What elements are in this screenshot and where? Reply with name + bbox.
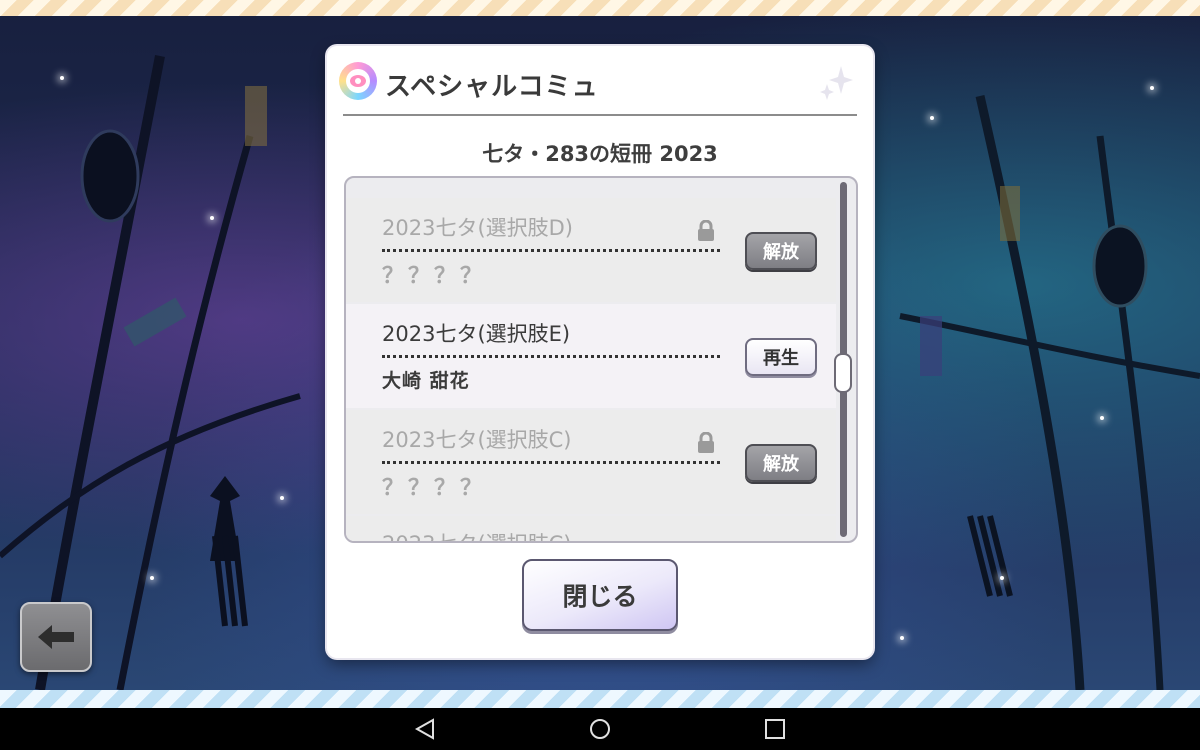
list-item: 2023七タ(選択肢E) 大崎 甜花 再生	[346, 304, 836, 408]
bamboo-right-illustration	[899, 95, 1200, 690]
lock-icon	[698, 432, 714, 453]
home-circle-icon[interactable]	[588, 718, 612, 740]
title-divider	[343, 114, 857, 116]
commu-title: 2023七タ(選択肢C)	[382, 528, 572, 541]
sparkle	[150, 576, 154, 580]
commu-title: 2023七タ(選択肢D)	[382, 216, 573, 240]
commu-list[interactable]: 2023七タ(選択肢D) ？？？？ 解放 2023七タ(選択肢E) 大崎 甜花 …	[344, 176, 858, 543]
dotted-divider	[382, 461, 720, 464]
sparkle	[1000, 576, 1004, 580]
commu-character: 大崎 甜花	[382, 370, 470, 392]
commu-title: 2023七タ(選択肢E)	[382, 322, 571, 346]
list-item: 2023七タ(選択肢C) ？？？？ 解放	[346, 410, 836, 514]
sparkle	[210, 216, 214, 220]
close-button[interactable]: 閉じる	[522, 559, 678, 631]
scrollbar-thumb[interactable]	[834, 353, 852, 393]
list-item: 2023七タ(選択肢D) ？？？？ 解放	[346, 198, 836, 302]
event-subtitle: 七タ・283の短冊 2023	[482, 142, 718, 166]
sparkle	[930, 116, 934, 120]
recents-square-icon[interactable]	[763, 718, 787, 740]
bamboo-left-illustration	[0, 55, 301, 690]
sparkle	[1100, 416, 1104, 420]
sparkle	[60, 76, 64, 80]
dotted-divider	[382, 355, 720, 358]
sparkle	[1150, 86, 1154, 90]
system-navigation-bar	[0, 708, 1200, 750]
top-decor-stripe	[0, 0, 1200, 16]
sparkle-icon	[820, 66, 853, 100]
dotted-divider	[382, 249, 720, 252]
lock-icon	[698, 220, 714, 241]
dialog-title: スペシャルコミュ	[385, 72, 599, 102]
back-button[interactable]	[20, 602, 92, 672]
back-arrow-icon	[38, 625, 74, 649]
unlock-button[interactable]: 解放	[745, 232, 817, 270]
commu-character: ？？？？	[382, 264, 487, 289]
commu-character: ？？？？	[382, 476, 487, 501]
sparkle	[900, 636, 904, 640]
back-triangle-icon[interactable]	[413, 718, 437, 740]
bottom-decor-stripe	[0, 690, 1200, 708]
sparkle	[280, 496, 284, 500]
special-commu-dialog: スペシャルコミュ 七タ・283の短冊 2023 2023七タ(選択肢D) ？？？…	[327, 46, 873, 658]
commu-title: 2023七タ(選択肢C)	[382, 428, 572, 452]
play-button[interactable]: 再生	[745, 338, 817, 376]
special-commu-icon	[339, 62, 377, 100]
list-item: 2023七タ(選択肢C)	[346, 516, 836, 541]
unlock-button[interactable]: 解放	[745, 444, 817, 482]
